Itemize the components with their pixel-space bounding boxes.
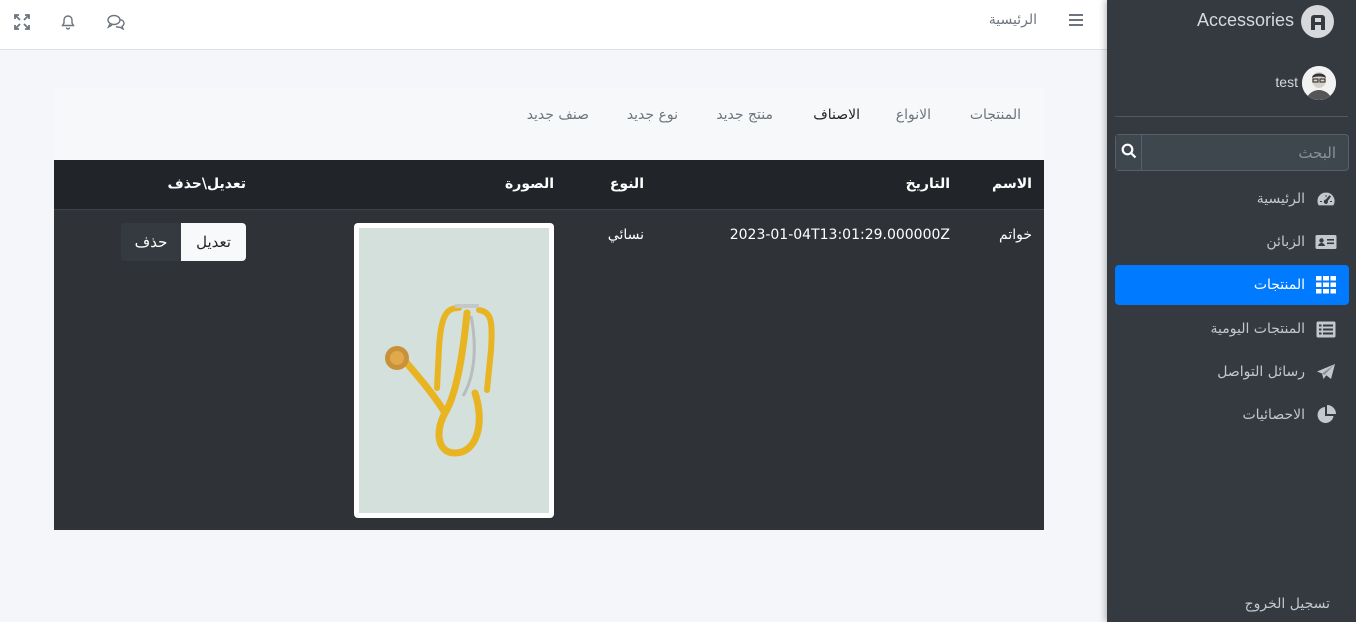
user-name[interactable]: test [1275,74,1298,90]
brand-link[interactable]: Accessories [1107,0,1356,44]
edit-button[interactable]: تعديل [181,223,246,261]
tab-types[interactable]: الانواع [896,107,931,123]
sidebar-item-home[interactable]: الرئيسية [1115,179,1349,219]
search-icon [1121,143,1137,163]
fullscreen-icon[interactable] [12,12,32,32]
tab-new-type[interactable]: نوع جديد [627,107,678,123]
tab-new-category[interactable]: صنف جديد [527,107,589,123]
categories-table: الاسم التاريخ النوع الصورة تعديل\حذف خوا… [54,160,1044,530]
card-header: المنتجات الانواع الاصناف منتج جديد نوع ج… [54,88,1044,160]
logout-link[interactable]: تسجيل الخروج [1245,596,1330,612]
product-image [354,223,554,518]
column-header-date: التاريخ [905,176,950,192]
column-header-image: الصورة [505,176,554,192]
menu-toggle-icon[interactable] [1069,14,1083,28]
sidebar-item-products[interactable]: المنتجات [1115,265,1349,305]
search-input[interactable] [1142,135,1348,170]
grid-table-icon [1315,275,1337,295]
tab-products[interactable]: المنتجات [970,107,1021,123]
id-card-icon [1315,232,1337,252]
user-panel-divider [1115,116,1348,117]
brand-logo-icon [1301,5,1334,38]
sidebar-item-label: الرئيسية [1256,191,1305,207]
sidebar-item-label: الاحصائيات [1242,407,1305,423]
sidebar-item-label: رسائل التواصل [1217,364,1305,380]
user-panel[interactable]: test [1107,62,1356,116]
delete-button[interactable]: حذف [121,223,181,261]
sidebar-search [1115,134,1349,171]
breadcrumb-home-link[interactable]: الرئيسية [989,12,1037,28]
comments-icon[interactable] [106,12,126,32]
list-alt-icon [1315,319,1337,339]
top-navbar: الرئيسية [0,0,1107,50]
sidebar-item-label: الزبائن [1266,234,1305,250]
dashboard-gauge-icon [1315,189,1337,209]
sidebar-item-daily-products[interactable]: المنتجات اليومية [1115,309,1349,349]
bell-icon[interactable] [58,12,78,32]
sidebar: Accessories test البحث الرئيسية الزبائن … [1107,0,1356,622]
sidebar-item-label: المنتجات [1253,277,1305,293]
sidebar-item-label: المنتجات اليومية [1210,321,1305,337]
sidebar-item-customers[interactable]: الزبائن [1115,222,1349,262]
cell-name: خواتم [999,227,1032,243]
pie-chart-icon [1315,405,1337,425]
avatar [1302,66,1336,100]
table-header: الاسم التاريخ النوع الصورة تعديل\حذف [54,160,1044,210]
tab-categories[interactable]: الاصناف [813,107,860,123]
search-button[interactable] [1116,135,1142,170]
column-header-actions: تعديل\حذف [167,176,246,192]
column-header-name: الاسم [992,176,1032,192]
sidebar-item-statistics[interactable]: الاحصائيات [1115,395,1349,435]
paper-plane-icon [1315,362,1337,382]
sidebar-item-contact-messages[interactable]: رسائل التواصل [1115,352,1349,392]
brand-name: Accessories [1196,10,1294,30]
column-header-type: النوع [609,176,644,192]
cell-type: نسائي [607,227,644,243]
tab-new-product[interactable]: منتج جديد [716,107,773,123]
cell-date: 2023-01-04T13:01:29.000000Z [729,227,950,243]
